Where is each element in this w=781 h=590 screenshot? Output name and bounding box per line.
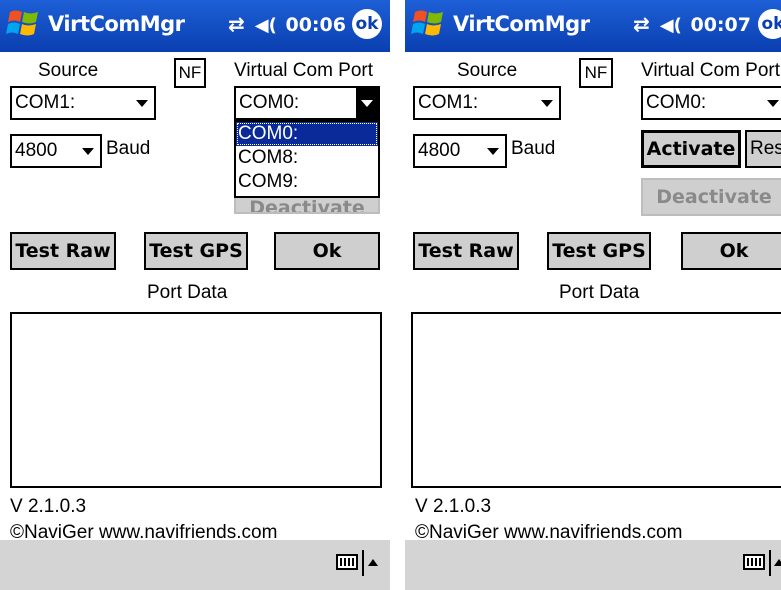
chevron-down-icon <box>136 100 148 107</box>
clock[interactable]: 00:06 <box>285 14 345 36</box>
speaker-icon[interactable]: ◀( <box>660 15 682 36</box>
dropdown-option[interactable]: COM0: <box>236 122 378 146</box>
dropdown-option[interactable]: COM8: <box>236 146 378 170</box>
reset-button[interactable]: Res <box>745 130 781 168</box>
baud-select-value: 4800 <box>15 140 58 161</box>
system-tray: ⇄ ◀( 00:06 <box>228 12 346 36</box>
menu-bar <box>0 540 390 590</box>
chevron-down-icon <box>541 100 553 107</box>
speaker-icon[interactable]: ◀( <box>255 15 277 36</box>
test-gps-button[interactable]: Test GPS <box>547 232 651 270</box>
menu-separator <box>362 550 364 576</box>
activate-button[interactable]: Activate <box>641 130 741 168</box>
port-data-label: Port Data <box>559 282 640 303</box>
source-select[interactable]: COM1: <box>10 86 156 120</box>
source-select-value: COM1: <box>15 92 76 113</box>
chevron-down-icon <box>767 100 779 107</box>
input-menu-arrow-icon[interactable] <box>774 559 781 566</box>
test-raw-button[interactable]: Test Raw <box>10 232 116 270</box>
screen-dropdown-open: VirtComMgr ⇄ ◀( 00:06 ok Source NF Virtua… <box>0 0 390 590</box>
virtual-com-port-label: Virtual Com Port <box>234 60 374 81</box>
chevron-down-icon <box>82 148 94 155</box>
virtual-com-port-label: Virtual Com Port <box>641 60 781 81</box>
connectivity-icon[interactable]: ⇄ <box>228 12 245 36</box>
test-raw-button[interactable]: Test Raw <box>413 232 519 270</box>
windows-start-icon[interactable] <box>6 6 42 42</box>
chevron-down-icon <box>487 148 499 155</box>
port-data-textbox[interactable] <box>411 312 781 488</box>
menu-bar <box>405 540 781 590</box>
keyboard-icon[interactable] <box>336 554 358 570</box>
ok-close-button[interactable]: ok <box>352 9 382 39</box>
virtual-port-select[interactable]: COM0: <box>641 86 781 120</box>
clock[interactable]: 00:07 <box>690 14 750 36</box>
screen-activate: VirtComMgr ⇄ ◀( 00:07 ok Source NF Virtua… <box>405 0 781 590</box>
baud-select[interactable]: 4800 <box>413 134 507 168</box>
ok-close-button[interactable]: ok <box>758 9 781 39</box>
baud-select[interactable]: 4800 <box>10 134 102 168</box>
menu-separator <box>769 550 771 576</box>
app-title: VirtComMgr <box>453 12 590 36</box>
system-tray: ⇄ ◀( 00:07 <box>633 12 751 36</box>
windows-start-icon[interactable] <box>411 6 447 42</box>
source-label: Source <box>38 60 99 81</box>
virtual-port-select[interactable]: COM0: <box>234 86 380 120</box>
app-title: VirtComMgr <box>48 12 185 36</box>
input-menu-arrow-icon[interactable] <box>368 559 378 566</box>
source-select[interactable]: COM1: <box>413 86 561 120</box>
dropdown-option[interactable]: COM9: <box>236 170 378 194</box>
nf-button[interactable]: NF <box>174 58 206 88</box>
ok-button[interactable]: Ok <box>274 232 380 270</box>
deactivate-button[interactable]: Deactivate <box>641 178 781 216</box>
virtual-port-select-value: COM0: <box>239 92 300 113</box>
source-select-value: COM1: <box>418 92 479 113</box>
ok-button[interactable]: Ok <box>681 232 781 270</box>
title-bar: VirtComMgr ⇄ ◀( 00:06 ok <box>0 0 390 52</box>
dropdown-button <box>356 88 378 118</box>
port-data-label: Port Data <box>147 282 228 303</box>
version-label: V 2.1.0.3 <box>10 496 87 517</box>
title-bar: VirtComMgr ⇄ ◀( 00:07 ok <box>405 0 781 52</box>
connectivity-icon[interactable]: ⇄ <box>633 12 650 36</box>
virtual-port-dropdown-list: COM0: COM8: COM9: <box>234 120 380 198</box>
baud-label: Baud <box>106 138 151 159</box>
keyboard-icon[interactable] <box>743 554 765 570</box>
test-gps-button[interactable]: Test GPS <box>144 232 248 270</box>
nf-button[interactable]: NF <box>579 58 613 88</box>
port-data-textbox[interactable] <box>10 312 382 488</box>
baud-label: Baud <box>511 138 556 159</box>
baud-select-value: 4800 <box>418 140 461 161</box>
virtual-port-select-value: COM0: <box>646 92 707 113</box>
source-label: Source <box>457 60 518 81</box>
version-label: V 2.1.0.3 <box>415 496 492 517</box>
chevron-down-icon <box>361 100 373 107</box>
